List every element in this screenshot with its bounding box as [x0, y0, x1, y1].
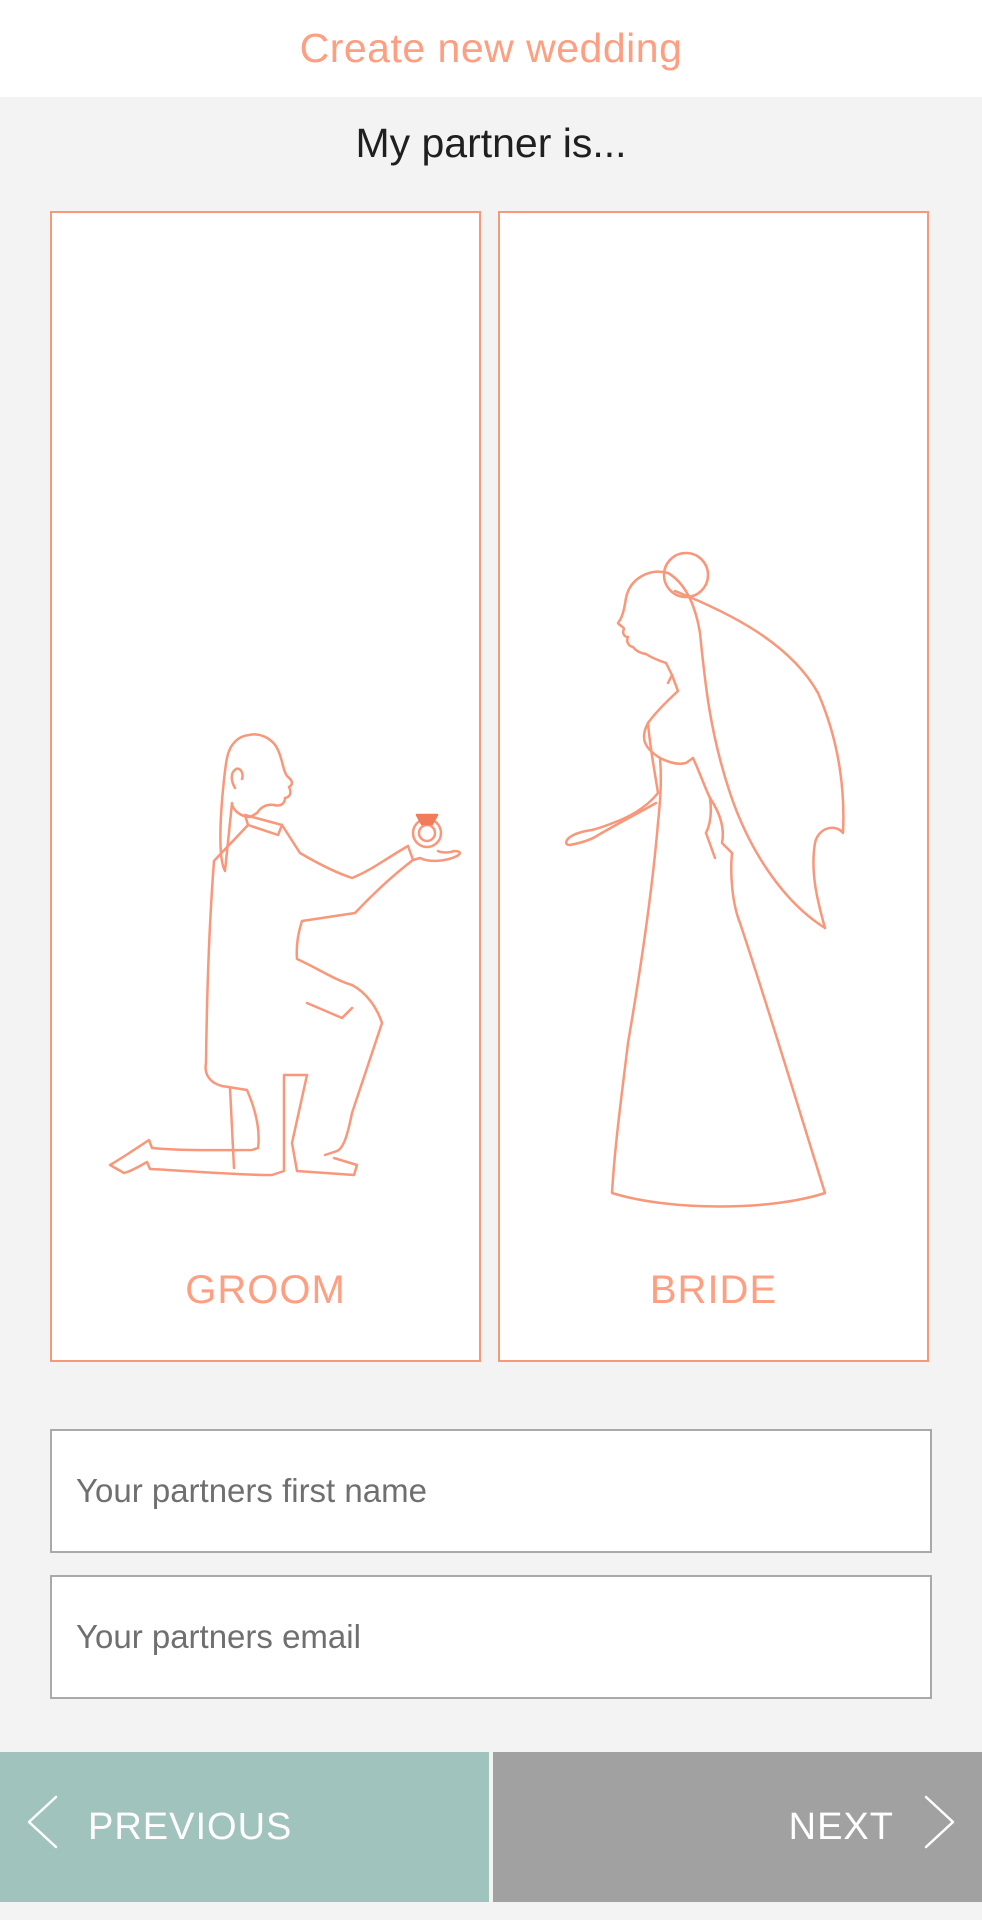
- groom-illustration-icon: [108, 733, 462, 1177]
- next-label: NEXT: [788, 1805, 894, 1848]
- next-button[interactable]: NEXT: [493, 1752, 982, 1902]
- groom-option-card[interactable]: GROOM: [50, 211, 481, 1362]
- previous-label: PREVIOUS: [88, 1805, 293, 1848]
- groom-label: GROOM: [185, 1268, 346, 1312]
- bride-label: BRIDE: [649, 1268, 778, 1312]
- page-title: Create new wedding: [299, 25, 683, 71]
- partner-first-name-input[interactable]: [50, 1429, 932, 1553]
- previous-button[interactable]: PREVIOUS: [0, 1752, 489, 1902]
- app-header: Create new wedding: [0, 0, 982, 97]
- chevron-right-icon: [922, 1794, 958, 1860]
- bride-option-card[interactable]: BRIDE: [498, 211, 929, 1362]
- partner-email-input[interactable]: [50, 1575, 932, 1699]
- partner-prompt: My partner is...: [355, 120, 627, 166]
- bride-illustration-icon: [565, 551, 845, 1208]
- chevron-left-icon: [24, 1794, 60, 1860]
